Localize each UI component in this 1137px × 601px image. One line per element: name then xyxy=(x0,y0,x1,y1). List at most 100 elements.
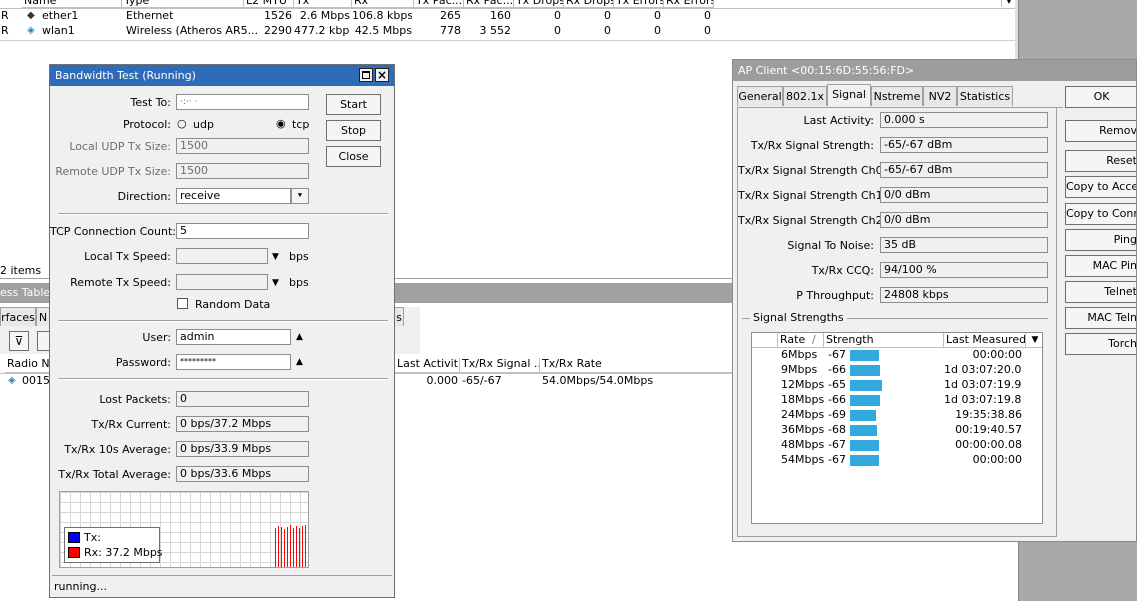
table-row[interactable]: 54Mbps -67 00:00:00 xyxy=(752,453,1042,468)
row-rate: 18Mbps xyxy=(781,393,825,406)
table-row[interactable]: 36Mbps -68 00:19:40.57 xyxy=(752,423,1042,438)
ap-client-buttons: OK Remov Reset Copy to Acce Copy to Conn Ping… xyxy=(1065,86,1136,386)
table-row[interactable]: R ◆ ether1 Ethernet 1526 2.6 Mbps 106.8 … xyxy=(0,9,1018,24)
columns-dropdown-icon[interactable]: ▼ xyxy=(1001,0,1016,7)
table-row[interactable]: 9Mbps -66 1d 03:07:20.01 xyxy=(752,363,1042,378)
local-speed-unit: bps xyxy=(289,250,309,263)
col-header-radio-name[interactable]: Radio Na xyxy=(5,358,50,373)
reset-button[interactable]: Reset xyxy=(1065,150,1136,172)
field-label: Tx/Rx Signal Strength: xyxy=(750,139,874,152)
col-header-tx-errors[interactable]: Tx Errors xyxy=(614,0,664,8)
rx-bar xyxy=(290,525,291,567)
filter-button[interactable]: ⊽ xyxy=(9,331,29,351)
col-header-tx[interactable]: Tx xyxy=(294,0,352,8)
col-header-rate[interactable]: Tx/Rx Rate xyxy=(540,358,735,373)
col-header-rx[interactable]: Rx xyxy=(352,0,414,8)
telnet-button[interactable]: Telnet xyxy=(1065,281,1136,303)
col-header-rate[interactable]: Rate / xyxy=(778,333,824,348)
bandwidth-test-titlebar[interactable]: Bandwidth Test (Running) × xyxy=(50,65,394,86)
status-bar: running... xyxy=(52,575,392,596)
direction-select[interactable]: receive xyxy=(176,188,291,204)
lost-packets-value: 0 xyxy=(176,391,309,407)
password-collapse-icon[interactable]: ▲ xyxy=(296,355,303,369)
tab-nstreme[interactable]: Nstreme xyxy=(871,86,923,106)
col-header-rx-drops[interactable]: Rx Drops xyxy=(564,0,614,8)
stop-button[interactable]: Stop xyxy=(326,120,381,141)
col-header-strength[interactable]: Strength xyxy=(824,333,944,348)
field-value: 0.000 s xyxy=(880,112,1048,128)
user-input[interactable]: admin xyxy=(176,329,291,345)
row-strength: -66 xyxy=(828,393,846,406)
table-row[interactable]: 6Mbps -67 00:00:00 xyxy=(752,348,1042,363)
row-rate: 9Mbps xyxy=(781,363,818,376)
torch-button[interactable]: Torch xyxy=(1065,333,1136,355)
table-row[interactable]: 48Mbps -67 00:00:00.08 xyxy=(752,438,1042,453)
row-l2mtu: 1526 xyxy=(264,9,292,22)
table-row[interactable]: 24Mbps -69 19:35:38.86 xyxy=(752,408,1042,423)
col-header-last-activity[interactable]: Last Activit... xyxy=(395,358,460,373)
tab-nv2[interactable]: NV2 xyxy=(923,86,957,106)
col-header-signal[interactable]: Tx/Rx Signal ... xyxy=(460,358,540,373)
tab-next[interactable]: N xyxy=(36,307,50,327)
table-row[interactable]: R ◈ wlan1 Wireless (Atheros AR5... 2290 … xyxy=(0,24,1018,39)
tab-general[interactable]: General xyxy=(737,86,783,106)
close-button[interactable]: Close xyxy=(326,146,381,167)
registration-title: ess Table xyxy=(0,286,51,299)
remov-button[interactable]: Remov xyxy=(1065,120,1136,142)
field-label: P Throughput: xyxy=(796,289,874,302)
row-tx-drops: 0 xyxy=(554,9,561,22)
strength-bar xyxy=(850,455,879,466)
field-value: -65/-67 dBm xyxy=(880,137,1048,153)
protocol-udp-label: udp xyxy=(193,118,214,131)
start-button[interactable]: Start xyxy=(326,94,381,115)
row-last-measured: 1d 03:07:19.86 xyxy=(944,393,1022,406)
col-header-name[interactable]: Name xyxy=(22,0,122,8)
remote-speed-dropdown-icon[interactable]: ▼ xyxy=(272,276,279,290)
ap-client-titlebar[interactable]: AP Client <00:15:6D:55:56:FD> xyxy=(733,60,1136,81)
row-rx-drops: 0 xyxy=(604,9,611,22)
row-rate: 54Mbps xyxy=(781,453,825,466)
local-udp-size-input[interactable]: 1500 xyxy=(176,138,309,154)
user-collapse-icon[interactable]: ▲ xyxy=(296,330,303,344)
password-input[interactable]: ********* xyxy=(176,354,291,370)
tab-last[interactable]: s xyxy=(394,307,404,327)
row-tx-drops: 0 xyxy=(554,24,561,37)
ok-button[interactable]: OK xyxy=(1065,86,1136,108)
protocol-udp-radio[interactable]: ○ xyxy=(177,117,187,131)
col-header-type[interactable]: Type xyxy=(122,0,244,8)
row-name: ether1 xyxy=(42,9,79,22)
col-header-l2mtu[interactable]: L2 MTU xyxy=(244,0,294,8)
tcp-count-input[interactable]: 5 xyxy=(176,223,309,239)
ping-button[interactable]: Ping xyxy=(1065,229,1136,251)
direction-dropdown-button[interactable]: ⯆ xyxy=(291,188,309,204)
rx-bar xyxy=(308,527,309,567)
mac-teln-button[interactable]: MAC Teln xyxy=(1065,307,1136,329)
copy-to-acce-button[interactable]: Copy to Acce xyxy=(1065,176,1136,198)
strength-bar xyxy=(850,440,879,451)
remote-speed-input[interactable] xyxy=(176,274,268,290)
tab-interfaces[interactable]: rfaces xyxy=(0,307,36,327)
remote-udp-size-input[interactable]: 1500 xyxy=(176,163,309,179)
test-to-input[interactable]: ·:·· · xyxy=(176,94,309,110)
tab-statistics[interactable]: Statistics xyxy=(957,86,1013,106)
col-header-rx-errors[interactable]: Rx Errors xyxy=(664,0,714,8)
col-header-tx-packets[interactable]: Tx Pac... xyxy=(414,0,464,8)
field-label: Tx/Rx Signal Strength Ch0: xyxy=(738,164,887,177)
local-speed-dropdown-icon[interactable]: ▼ xyxy=(272,250,279,264)
copy-to-conn-button[interactable]: Copy to Conn xyxy=(1065,203,1136,225)
maximize-button[interactable] xyxy=(359,68,373,82)
tab-8021x[interactable]: 802.1x xyxy=(783,86,827,106)
mac-pin-button[interactable]: MAC Pin xyxy=(1065,255,1136,277)
close-window-button[interactable]: × xyxy=(375,68,389,82)
local-speed-input[interactable] xyxy=(176,248,268,264)
table-row[interactable]: 18Mbps -66 1d 03:07:19.86 xyxy=(752,393,1042,408)
col-header-tx-drops[interactable]: Tx Drops xyxy=(514,0,564,8)
col-header-rx-packets[interactable]: Rx Pac... xyxy=(464,0,514,8)
protocol-tcp-radio[interactable]: ◉ xyxy=(276,117,286,131)
row-signal: -65/-67 xyxy=(462,374,502,387)
col-header-last-measured[interactable]: Last Measured xyxy=(944,333,1026,348)
columns-dropdown-icon[interactable]: ▼ xyxy=(1026,333,1042,348)
tab-signal[interactable]: Signal xyxy=(827,84,871,106)
table-row[interactable]: 12Mbps -65 1d 03:07:19.95 xyxy=(752,378,1042,393)
random-data-checkbox[interactable] xyxy=(177,298,188,309)
